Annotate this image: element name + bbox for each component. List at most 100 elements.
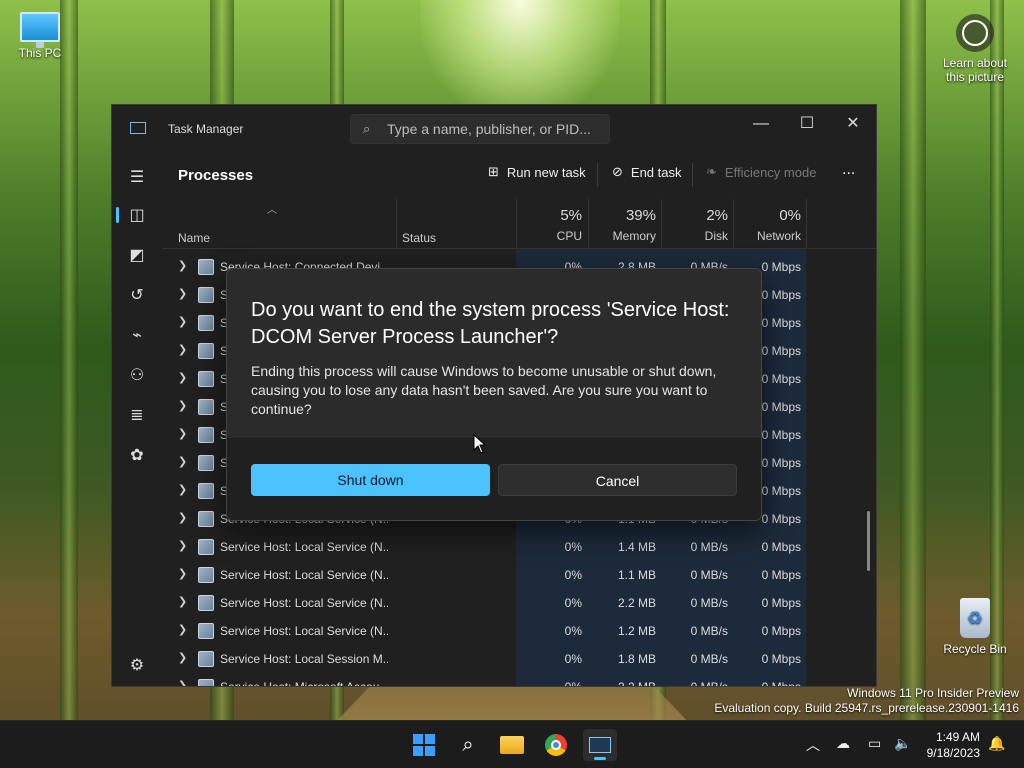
start-button[interactable] — [407, 729, 441, 761]
learn-picture-label: Learn about this picture — [942, 56, 1008, 84]
toolbar: Processes ⊞ Run new task ⊘ End task ❧ Ef… — [162, 151, 876, 199]
show-hidden-icons-chevron-icon[interactable]: ︿ — [806, 735, 820, 755]
close-button[interactable]: ✕ — [830, 109, 876, 141]
run-new-task-label: Run new task — [506, 164, 586, 180]
table-row[interactable]: ❯ Service Host: Local Session M... 0% 1.8 M… — [162, 645, 876, 673]
navigation-sidebar: ☰ ◫ ◩ ↺ ⌁ ⚇ ≣ ✿ ⚙ — [112, 151, 162, 686]
expand-chevron-icon[interactable]: ❯ — [178, 259, 187, 272]
expand-chevron-icon[interactable]: ❯ — [178, 595, 187, 608]
cpu-total: 5% — [560, 207, 582, 224]
network-label: Network — [756, 229, 801, 243]
taskbar: ⌕ ︿ ☁ ▭ 🔈 1:49 AM 9/18/2023 🔔 — [0, 720, 1024, 768]
settings-gear-icon[interactable]: ⚙ — [122, 651, 152, 681]
service-host-icon — [198, 651, 214, 667]
column-memory[interactable]: 39% Memory — [586, 207, 656, 243]
efficiency-mode-button[interactable]: ❧ Efficiency mode — [706, 164, 816, 180]
search-icon: ⌕ — [363, 121, 371, 136]
notification-bell-icon[interactable]: 🔔 — [988, 735, 1005, 752]
service-host-icon — [198, 259, 214, 275]
expand-chevron-icon[interactable]: ❯ — [178, 455, 187, 468]
process-network: 0 Mbps — [761, 652, 801, 666]
search-taskbar-icon[interactable]: ⌕ — [451, 729, 485, 761]
process-cpu: 0% — [564, 652, 582, 666]
table-row[interactable]: ❯ Service Host: Local Service (N... 0% 1.2 … — [162, 617, 876, 645]
service-host-icon — [198, 399, 214, 415]
expand-chevron-icon[interactable]: ❯ — [178, 651, 187, 664]
services-nav-icon[interactable]: ✿ — [122, 441, 152, 471]
expand-chevron-icon[interactable]: ❯ — [178, 483, 187, 496]
process-memory: 2.2 MB — [617, 680, 656, 687]
memory-total: 39% — [625, 207, 656, 224]
end-task-button[interactable]: ⊘ End task — [612, 164, 682, 180]
process-memory: 2.2 MB — [617, 596, 656, 610]
expand-chevron-icon[interactable]: ❯ — [178, 287, 187, 300]
service-host-icon — [198, 511, 214, 527]
process-network: 0 Mbps — [761, 568, 801, 582]
run-new-task-button[interactable]: ⊞ Run new task — [488, 164, 586, 180]
process-cpu: 0% — [564, 680, 582, 687]
search-input[interactable] — [387, 121, 597, 137]
table-header: ︿ Name Status 5% CPU 39% Memory 2% Disk … — [162, 199, 876, 249]
table-row[interactable]: ❯ Service Host: Local Service (N... 0% 2.2 … — [162, 589, 876, 617]
network-icon[interactable]: ▭ — [868, 735, 881, 752]
task-manager-taskbar-icon[interactable] — [583, 729, 617, 761]
table-row[interactable]: ❯ Service Host: Local Service (N... 0% 1.1 … — [162, 561, 876, 589]
efficiency-mode-label: Efficiency mode — [724, 164, 817, 180]
expand-chevron-icon[interactable]: ❯ — [178, 679, 187, 686]
desktop-icon-this-pc[interactable]: This PC — [0, 12, 80, 60]
title-bar[interactable]: Task Manager ⌕ — ☐ ✕ — [112, 105, 876, 151]
watermark-line-1: Windows 11 Pro Insider Preview — [847, 686, 1019, 700]
process-network: 0 Mbps — [761, 624, 801, 638]
expand-chevron-icon[interactable]: ❯ — [178, 511, 187, 524]
chrome-icon[interactable] — [539, 729, 573, 761]
hamburger-menu-icon[interactable]: ☰ — [122, 163, 152, 193]
disk-label: Disk — [704, 229, 728, 243]
expand-chevron-icon[interactable]: ❯ — [178, 567, 187, 580]
column-cpu[interactable]: 5% CPU — [512, 207, 582, 243]
process-disk: 0 MB/s — [690, 540, 728, 554]
details-nav-icon[interactable]: ≣ — [122, 401, 152, 431]
file-explorer-icon[interactable] — [495, 729, 529, 761]
performance-nav-icon[interactable]: ◩ — [122, 241, 152, 271]
table-row[interactable]: ❯ Service Host: Microsoft Accou... 0% 2.2 M… — [162, 673, 876, 687]
clock-time: 1:49 AM — [935, 730, 980, 744]
process-memory: 1.1 MB — [617, 568, 656, 582]
volume-muted-icon[interactable]: 🔈 — [894, 735, 911, 752]
column-status[interactable]: Status — [402, 231, 436, 245]
process-disk: 0 MB/s — [690, 568, 728, 582]
app-history-nav-icon[interactable]: ↺ — [122, 281, 152, 311]
startup-apps-nav-icon[interactable]: ⌁ — [122, 321, 152, 351]
process-disk: 0 MB/s — [690, 596, 728, 610]
shut-down-button[interactable]: Shut down — [251, 464, 490, 496]
column-disk[interactable]: 2% Disk — [658, 207, 728, 243]
task-manager-logo-icon — [130, 122, 146, 134]
expand-chevron-icon[interactable]: ❯ — [178, 371, 187, 384]
expand-chevron-icon[interactable]: ❯ — [178, 539, 187, 552]
column-network[interactable]: 0% Network — [731, 207, 801, 243]
expand-chevron-icon[interactable]: ❯ — [178, 315, 187, 328]
maximize-button[interactable]: ☐ — [784, 109, 830, 141]
learn-about-picture[interactable]: Learn about this picture — [935, 14, 1015, 84]
cpu-label: CPU — [556, 229, 582, 243]
column-name[interactable]: Name — [178, 231, 210, 245]
more-options-button[interactable]: ... — [842, 161, 855, 179]
expand-chevron-icon[interactable]: ❯ — [178, 343, 187, 356]
clock[interactable]: 1:49 AM 9/18/2023 — [927, 729, 980, 761]
onedrive-cloud-icon[interactable]: ☁ — [836, 735, 850, 752]
vertical-scrollbar[interactable] — [867, 511, 870, 571]
table-row[interactable]: ❯ Service Host: Local Service (N... 0% 1.4 … — [162, 533, 876, 561]
desktop-icon-recycle-bin[interactable]: Recycle Bin — [935, 598, 1015, 656]
processes-nav-icon[interactable]: ◫ — [122, 201, 152, 231]
minimize-button[interactable]: — — [738, 109, 784, 141]
expand-chevron-icon[interactable]: ❯ — [178, 427, 187, 440]
disk-total: 2% — [706, 207, 728, 224]
service-host-icon — [198, 483, 214, 499]
users-nav-icon[interactable]: ⚇ — [122, 361, 152, 391]
search-box[interactable]: ⌕ — [350, 114, 610, 144]
service-host-icon — [198, 455, 214, 471]
expand-chevron-icon[interactable]: ❯ — [178, 399, 187, 412]
cancel-button[interactable]: Cancel — [498, 464, 737, 496]
process-cpu: 0% — [564, 596, 582, 610]
expand-chevron-icon[interactable]: ❯ — [178, 623, 187, 636]
recycle-bin-icon — [960, 598, 990, 638]
